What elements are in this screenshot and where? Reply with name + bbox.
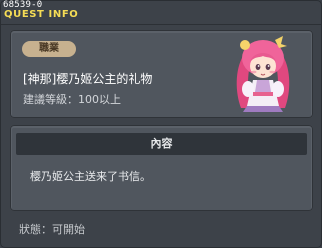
title-divider (1, 24, 321, 25)
quest-status: 狀態：可開始 (19, 223, 85, 236)
content-text: 樱乃姬公主送来了书信。 (30, 170, 151, 183)
quest-level-requirement: 建議等級：100以上 (23, 93, 121, 106)
npc-portrait-icon (236, 36, 290, 112)
quest-content-panel: 內容 樱乃姬公主送来了书信。 (10, 125, 313, 211)
window-title: QUEST INFO (4, 9, 79, 20)
content-header: 內容 (16, 133, 307, 155)
quest-summary-panel: 職業 [神那]樱乃姬公主的礼物 建議等級：100以上 (10, 30, 313, 118)
quest-info-window: 68539-0 QUEST INFO 職業 [神那]樱乃姬公主的礼物 建議等級：… (0, 0, 322, 248)
quest-name: [神那]樱乃姬公主的礼物 (23, 72, 153, 86)
category-badge: 職業 (22, 41, 76, 57)
